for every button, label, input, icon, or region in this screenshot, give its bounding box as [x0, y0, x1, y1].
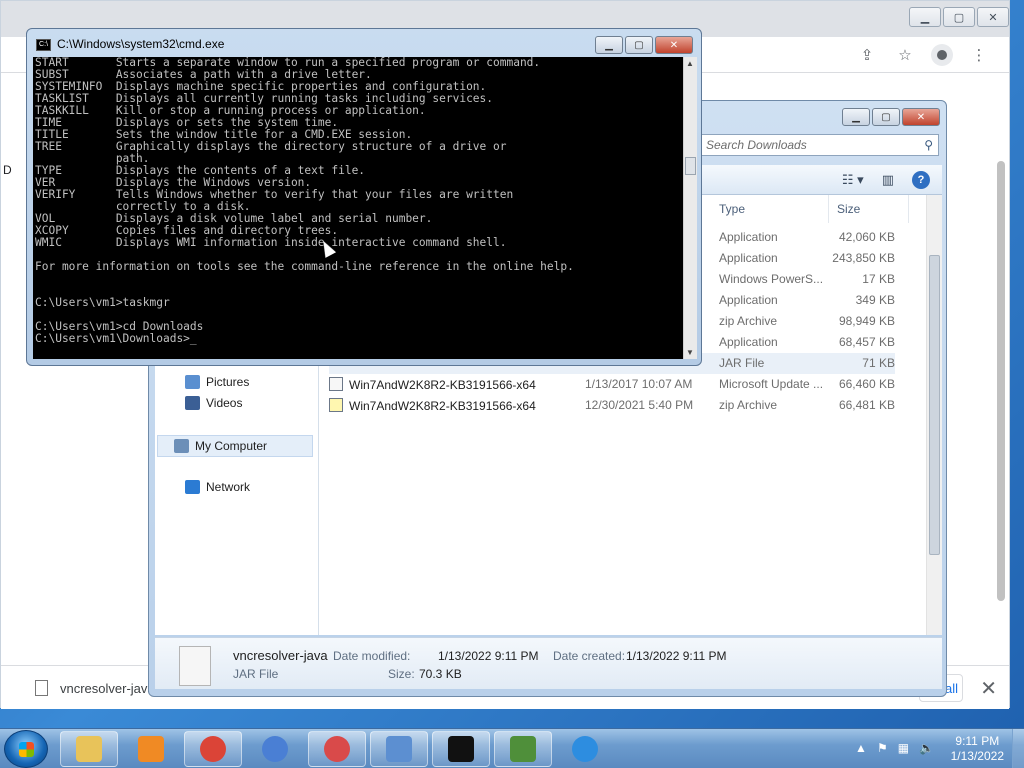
maximize-button[interactable]: ▢	[943, 7, 975, 27]
close-button[interactable]: ✕	[902, 108, 940, 126]
nav-item-videos[interactable]: Videos	[185, 396, 242, 410]
chrome-canary-icon	[262, 736, 288, 762]
details-filetype: JAR File	[233, 667, 279, 681]
show-hidden-icons-icon[interactable]: ▲	[855, 741, 867, 755]
profile-avatar[interactable]	[931, 44, 953, 66]
network-monitor-icon	[510, 736, 536, 762]
details-size-value: 70.3 KB	[419, 667, 462, 681]
column-header-size[interactable]: Size	[831, 195, 909, 223]
update-package-icon	[329, 377, 343, 391]
taskbar-chrome-button[interactable]	[184, 731, 242, 767]
close-button[interactable]: ✕	[977, 7, 1009, 27]
nav-item-pictures[interactable]: Pictures	[185, 375, 249, 389]
details-pane: vncresolver-java JAR File Date modified:…	[155, 637, 942, 689]
bookmark-star-icon[interactable]: ☆	[893, 43, 917, 67]
search-icon[interactable]: ⚲	[924, 138, 933, 152]
nav-item-my-computer[interactable]: My Computer	[157, 435, 313, 457]
page-text-fragment: D	[3, 163, 12, 177]
details-created-label: Date created:	[553, 649, 626, 663]
help-icon[interactable]: ?	[912, 171, 930, 189]
menu-icon[interactable]: ⋮	[967, 43, 991, 67]
console-scrollbar[interactable]: ▲ ▼	[683, 57, 697, 359]
volume-icon[interactable]: 🔈	[919, 741, 934, 755]
minimize-button[interactable]: ▁	[909, 7, 941, 27]
download-item[interactable]: vncresolver-java	[35, 680, 155, 696]
network-icon	[185, 480, 200, 494]
system-tray: ▲ ⚑ ▦ 🔈	[855, 741, 934, 755]
close-icon[interactable]: ✕	[980, 676, 997, 701]
details-size-label: Size:	[388, 667, 415, 681]
network-status-icon[interactable]: ▦	[898, 741, 909, 755]
show-desktop-button[interactable]	[1012, 729, 1024, 768]
cmd-window[interactable]: C:\ C:\Windows\system32\cmd.exe ▁ ▢ ✕ ST…	[26, 28, 702, 366]
details-modified-value: 1/13/2022 9:11 PM	[438, 649, 539, 663]
media-player-icon	[138, 736, 164, 762]
console-output[interactable]: START Starts a separate window to run a …	[33, 57, 683, 359]
taskbar-snipping-tool-button[interactable]	[308, 731, 366, 767]
preview-pane-icon[interactable]: ▥	[882, 172, 894, 188]
minimize-button[interactable]: ▁	[842, 108, 870, 126]
internet-explorer-icon	[572, 736, 598, 762]
computer-icon	[174, 439, 189, 453]
videos-icon	[185, 396, 200, 410]
taskbar: ▲ ⚑ ▦ 🔈 9:11 PM 1/13/2022	[0, 728, 1024, 768]
console-prompt[interactable]: C:\Users\vm1\Downloads>	[35, 333, 683, 345]
taskbar-explorer-button[interactable]	[60, 731, 118, 767]
taskbar-control-panel-button[interactable]	[370, 731, 428, 767]
details-created-value: 1/13/2022 9:11 PM	[626, 649, 727, 663]
action-center-icon[interactable]: ⚑	[877, 741, 888, 755]
window-title: C:\Windows\system32\cmd.exe	[57, 37, 225, 51]
chrome-icon	[200, 736, 226, 762]
close-button[interactable]: ✕	[655, 36, 693, 54]
column-header-type[interactable]: Type	[713, 195, 829, 223]
minimize-button[interactable]: ▁	[595, 36, 623, 54]
file-row[interactable]: Win7AndW2K8R2-KB3191566-x64 12/30/2021 5…	[329, 395, 895, 416]
download-filename: vncresolver-java	[60, 680, 155, 696]
maximize-button[interactable]: ▢	[625, 36, 653, 54]
view-options-icon[interactable]: ☷ ▾	[842, 172, 864, 188]
chrome-scrollbar[interactable]	[995, 151, 1007, 651]
file-list-scrollbar[interactable]	[926, 195, 942, 635]
file-icon	[179, 646, 211, 686]
search-input[interactable]: Search Downloads ⚲	[701, 134, 939, 156]
file-row[interactable]: Win7AndW2K8R2-KB3191566-x64 1/13/2017 10…	[329, 374, 895, 395]
taskbar-media-player-button[interactable]	[122, 731, 180, 767]
start-button[interactable]	[4, 730, 48, 768]
taskbar-internet-explorer-button[interactable]	[556, 731, 614, 767]
share-icon[interactable]: ⇪	[855, 43, 879, 67]
snipping-tool-icon	[324, 736, 350, 762]
taskbar-network-monitor-button[interactable]	[494, 731, 552, 767]
scroll-up-icon[interactable]: ▲	[686, 59, 694, 68]
explorer-icon	[76, 736, 102, 762]
console-text: START Starts a separate window to run a …	[35, 57, 574, 333]
scroll-down-icon[interactable]: ▼	[686, 348, 694, 357]
clock-time: 9:11 PM	[955, 734, 1000, 748]
taskbar-cmd-button[interactable]	[432, 731, 490, 767]
details-modified-label: Date modified:	[333, 649, 411, 663]
taskbar-chrome-canary-button[interactable]	[246, 731, 304, 767]
nav-item-network[interactable]: Network	[185, 480, 250, 494]
control-panel-icon	[386, 736, 412, 762]
details-filename: vncresolver-java	[233, 648, 328, 663]
maximize-button[interactable]: ▢	[872, 108, 900, 126]
clock[interactable]: 9:11 PM 1/13/2022	[951, 734, 1004, 764]
cmd-icon: C:\	[36, 39, 51, 51]
file-icon	[35, 680, 48, 696]
zip-archive-icon	[329, 398, 343, 412]
clock-date: 1/13/2022	[950, 749, 1004, 763]
pictures-icon	[185, 375, 200, 389]
cmd-icon	[448, 736, 474, 762]
